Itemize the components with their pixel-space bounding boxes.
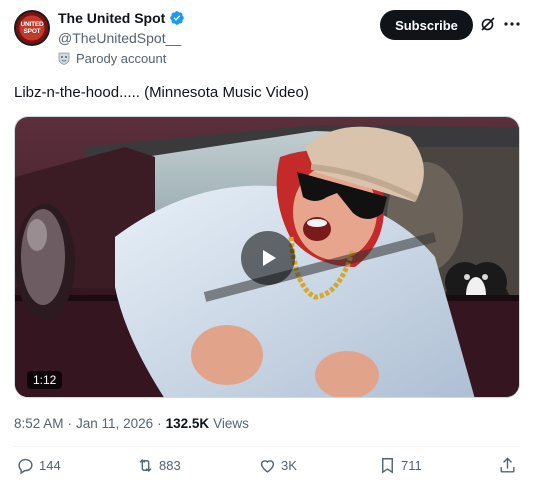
post-date[interactable]: Jan 11, 2026 xyxy=(76,416,153,431)
more-dots-icon[interactable] xyxy=(502,14,522,34)
subscribe-button[interactable]: Subscribe xyxy=(380,10,473,40)
post-time[interactable]: 8:52 AM xyxy=(14,416,64,431)
share-button[interactable] xyxy=(498,456,517,475)
bookmark-count: 711 xyxy=(401,458,422,473)
heart-icon xyxy=(260,460,275,473)
account-handle[interactable]: @TheUnitedSpot__ xyxy=(58,30,181,46)
tweet-text: Libz-n-the-hood..... (Minnesota Music Vi… xyxy=(14,84,309,101)
parody-label: Parody account xyxy=(76,51,167,66)
meta-separator: · xyxy=(157,416,162,431)
action-bar: 144 883 3K 711 xyxy=(14,456,520,480)
tweet-card: UNITED SPOT The United Spot @TheUnitedSp… xyxy=(0,0,534,489)
share-icon xyxy=(500,457,515,473)
parody-mask-icon xyxy=(58,52,70,65)
reply-button[interactable]: 144 xyxy=(16,456,61,475)
repost-button[interactable]: 883 xyxy=(136,456,181,475)
avatar-logo: UNITED SPOT xyxy=(16,12,48,44)
reply-icon xyxy=(18,458,33,475)
play-icon xyxy=(263,250,276,266)
avatar[interactable]: UNITED SPOT xyxy=(14,10,50,46)
bookmark-button[interactable]: 711 xyxy=(378,456,422,475)
video-duration: 1:12 xyxy=(27,371,63,389)
parody-badge: Parody account xyxy=(58,51,166,66)
repost-count: 883 xyxy=(159,458,181,473)
like-count: 3K xyxy=(281,458,297,473)
divider xyxy=(14,446,520,447)
name-row: The United Spot xyxy=(58,10,185,26)
avatar-text-line2: SPOT xyxy=(23,28,41,35)
video-player[interactable]: 1:12 xyxy=(14,116,520,398)
verified-badge-icon xyxy=(170,11,185,25)
play-button[interactable] xyxy=(241,231,295,285)
meta-separator: · xyxy=(67,416,73,431)
reply-count: 144 xyxy=(39,458,61,473)
views-count: 132.5K xyxy=(165,416,210,431)
avatar-text-line1: UNITED xyxy=(20,21,44,28)
bookmark-icon xyxy=(382,458,393,474)
views-label: Views xyxy=(213,416,249,431)
grok-icon[interactable] xyxy=(478,14,498,34)
repost-icon xyxy=(139,458,152,473)
tweet-meta: 8:52 AM · Jan 11, 2026 · 132.5K Views xyxy=(14,416,249,431)
display-name[interactable]: The United Spot xyxy=(58,10,165,26)
like-button[interactable]: 3K xyxy=(258,456,297,475)
